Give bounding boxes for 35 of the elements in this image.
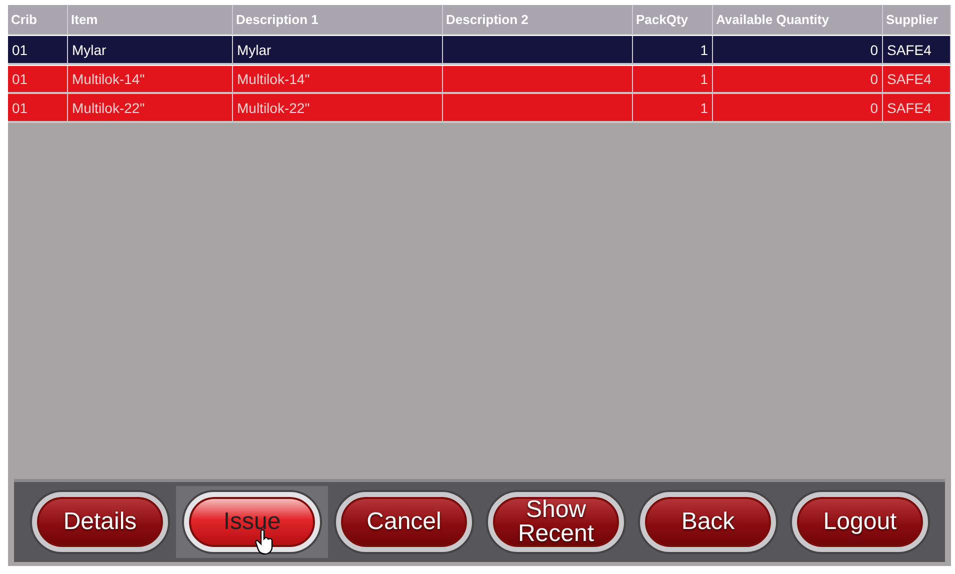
table-cell: Mylar	[72, 42, 106, 58]
table-cell: 01	[12, 42, 28, 58]
table-row[interactable]: 01 Multilok-14" Multilok-14" 1 0 SAFE4	[8, 65, 951, 94]
action-button[interactable]: Back	[640, 492, 776, 552]
action-button[interactable]: Issue	[184, 492, 320, 552]
table-cell: Multilok-14"	[237, 70, 310, 86]
action-button[interactable]: Details	[32, 492, 168, 552]
table-cell: Mylar	[237, 42, 272, 58]
column-header[interactable]: Crib	[8, 5, 68, 34]
table-cell: Multilok-14"	[72, 70, 145, 86]
hand-cursor-icon	[255, 529, 276, 556]
table-cell: 01	[12, 100, 28, 116]
column-header[interactable]: PackQty	[633, 5, 713, 34]
column-header[interactable]: Supplier	[883, 5, 951, 34]
table-cell: 1	[700, 100, 708, 116]
table-cell: Multilok-22"	[72, 100, 145, 116]
column-header[interactable]: Available Quantity	[713, 5, 883, 34]
table-cell: Multilok-22"	[237, 100, 310, 116]
table-cell: 1	[700, 42, 708, 58]
table-cell: SAFE4	[887, 42, 932, 58]
action-button[interactable]: Logout	[792, 492, 928, 552]
table-cell: 01	[12, 70, 28, 86]
action-button[interactable]: Cancel	[336, 492, 472, 552]
table-cell: SAFE4	[887, 70, 932, 86]
table-row[interactable]: 01 Mylar Mylar 1 0 SAFE4	[8, 36, 951, 65]
table-cell: SAFE4	[887, 100, 932, 116]
table-row[interactable]: 01 Multilok-22" Multilok-22" 1 0 SAFE4	[8, 94, 951, 123]
table-cell: 0	[870, 100, 878, 116]
column-header[interactable]: Description 2	[443, 5, 633, 34]
table-cell: 0	[870, 42, 878, 58]
table-cell: 1	[700, 70, 708, 86]
action-button[interactable]: Show Recent	[488, 492, 624, 552]
table-cell: 0	[870, 70, 878, 86]
column-header[interactable]: Item	[68, 5, 233, 34]
column-header[interactable]: Description 1	[233, 5, 443, 34]
